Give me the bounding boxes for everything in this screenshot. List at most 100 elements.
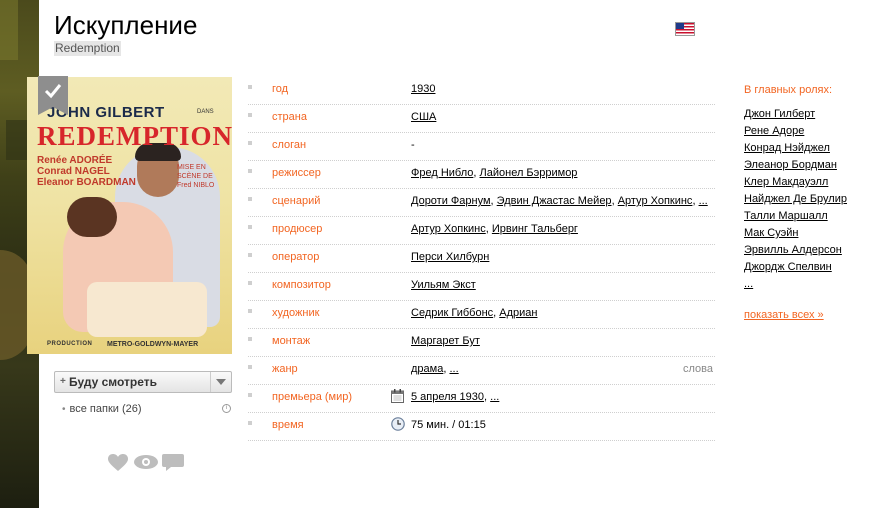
- cast-actor-link[interactable]: Джордж Спелвин: [744, 259, 847, 276]
- eye-icon[interactable]: [134, 454, 158, 475]
- row-bullet: [248, 225, 252, 229]
- poster-director: MISE EN SCÈNE DE Fred NIBLO: [177, 164, 215, 189]
- info-value-link[interactable]: 5 апреля 1930: [411, 391, 484, 403]
- info-value-link[interactable]: драма: [411, 363, 443, 375]
- folders-link[interactable]: • все папки (26): [62, 403, 142, 415]
- info-label: монтаж: [272, 335, 311, 347]
- heart-icon[interactable]: [108, 454, 128, 477]
- info-label: жанр: [272, 363, 298, 375]
- row-bullet: [248, 365, 252, 369]
- cast-actor-link[interactable]: Клер Макдауэлл: [744, 174, 847, 191]
- cast-actor-link[interactable]: ...: [744, 276, 847, 293]
- row-bullet: [248, 281, 252, 285]
- info-value: Седрик Гиббонс, Адриан: [411, 307, 538, 319]
- row-bullet: [248, 197, 252, 201]
- info-value-link[interactable]: Седрик Гиббонс: [411, 307, 493, 319]
- info-value: США: [411, 111, 436, 123]
- info-label: продюсер: [272, 223, 323, 235]
- info-label: время: [272, 419, 304, 431]
- cast-actor-link[interactable]: Джон Гилберт: [744, 106, 847, 123]
- cast-actor-link[interactable]: Элеанор Бордман: [744, 157, 847, 174]
- info-value-link[interactable]: Артур Хопкинс: [411, 223, 486, 235]
- info-value-link[interactable]: Перси Хилбурн: [411, 251, 489, 263]
- movie-poster[interactable]: JOHN GILBERT DANS REDEMPTION Renée ADORÉ…: [27, 77, 232, 354]
- folders-label[interactable]: все папки (26): [70, 403, 142, 415]
- info-value: 5 апреля 1930, ...: [411, 391, 500, 403]
- cast-actor-link[interactable]: Рене Адоре: [744, 123, 847, 140]
- info-value-link[interactable]: США: [411, 111, 436, 123]
- info-value: Маргарет Бут: [411, 335, 480, 347]
- info-value-link[interactable]: Уильям Экст: [411, 279, 476, 291]
- clock-icon: [391, 417, 405, 436]
- info-value-link[interactable]: ...: [490, 391, 499, 403]
- info-label: композитор: [272, 279, 331, 291]
- info-value: Уильям Экст: [411, 279, 476, 291]
- info-row: продюсер Артур Хопкинс, Ирвинг Тальберг: [248, 216, 715, 245]
- info-value-link[interactable]: Артур Хопкинс: [618, 195, 693, 207]
- info-value-link[interactable]: ...: [449, 363, 458, 375]
- poster-title: REDEMPTION: [37, 121, 232, 151]
- info-label: художник: [272, 307, 320, 319]
- bookmark-check-icon[interactable]: [38, 76, 68, 115]
- info-value-link[interactable]: Эдвин Джастас Мейер: [497, 195, 612, 207]
- info-label: страна: [272, 111, 307, 123]
- row-bullet: [248, 141, 252, 145]
- calendar-icon: [391, 389, 404, 408]
- plus-icon: +: [60, 376, 66, 387]
- info-value-text: -: [411, 139, 415, 151]
- row-bullet: [248, 85, 252, 89]
- show-all-cast-link[interactable]: показать всех »: [744, 307, 847, 324]
- info-value-link[interactable]: Ирвинг Тальберг: [492, 223, 578, 235]
- poster-cast: Renée ADORÉE Conrad NAGEL Eleanor BOARDM…: [37, 155, 136, 188]
- info-row: премьера (мир) 5 апреля 1930, ...: [248, 384, 715, 413]
- info-label: слоган: [272, 139, 307, 151]
- info-value: -: [411, 139, 415, 151]
- keywords-link[interactable]: слова: [683, 363, 713, 375]
- info-row: время 75 мин. / 01:15: [248, 412, 715, 441]
- info-value-text: 75 мин. / 01:15: [411, 419, 486, 431]
- info-value: Перси Хилбурн: [411, 251, 489, 263]
- info-row: слоган -: [248, 132, 715, 161]
- info-value: Дороти Фарнум, Эдвин Джастас Мейер, Арту…: [411, 195, 708, 207]
- info-icon[interactable]: i: [222, 404, 231, 413]
- comment-icon[interactable]: [162, 454, 184, 477]
- info-row: сценарий Дороти Фарнум, Эдвин Джастас Мей…: [248, 188, 715, 217]
- info-row: страна США: [248, 104, 715, 133]
- info-value: 1930: [411, 83, 435, 95]
- poster-dans: DANS: [197, 109, 214, 115]
- cast-actor-link[interactable]: Конрад Нэйджел: [744, 140, 847, 157]
- info-row: художник Седрик Гиббонс, Адриан: [248, 300, 715, 329]
- chevron-down-icon[interactable]: [216, 379, 226, 385]
- cast-actor-link[interactable]: Эрвилль Алдерсон: [744, 242, 847, 259]
- watchlist-button-label: Буду смотреть: [69, 375, 158, 389]
- info-value-link[interactable]: Фред Нибло: [411, 167, 473, 179]
- info-row: оператор Перси Хилбурн: [248, 244, 715, 273]
- info-value-link[interactable]: Адриан: [499, 307, 537, 319]
- cast-actor-link[interactable]: Мак Суэйн: [744, 225, 847, 242]
- info-value-link[interactable]: ...: [699, 195, 708, 207]
- info-label: год: [272, 83, 289, 95]
- us-flag-icon[interactable]: [675, 22, 695, 36]
- cast-actor-link[interactable]: Найджел Де Брулир: [744, 191, 847, 208]
- row-bullet: [248, 421, 252, 425]
- watchlist-button[interactable]: + Буду смотреть: [54, 371, 232, 393]
- info-value: Артур Хопкинс, Ирвинг Тальберг: [411, 223, 578, 235]
- cast-actor-link[interactable]: Талли Маршалл: [744, 208, 847, 225]
- main-cast: В главных ролях: Джон Гилберт Рене Адоре К…: [744, 84, 847, 324]
- info-label: сценарий: [272, 195, 321, 207]
- info-label: премьера (мир): [272, 391, 353, 403]
- row-bullet: [248, 169, 252, 173]
- info-row: год 1930: [248, 76, 715, 105]
- row-bullet: [248, 113, 252, 117]
- info-value: 75 мин. / 01:15: [411, 419, 486, 431]
- poster-studio: METRO-GOLDWYN-MAYER: [107, 341, 199, 348]
- info-value-link[interactable]: Дороти Фарнум: [411, 195, 491, 207]
- row-bullet: [248, 337, 252, 341]
- page-title: Искупление: [54, 10, 198, 40]
- info-value-link[interactable]: 1930: [411, 83, 435, 95]
- row-bullet: [248, 309, 252, 313]
- info-label: режиссер: [272, 167, 321, 179]
- info-value-link[interactable]: Лайонел Бэрримор: [480, 167, 578, 179]
- info-value-link[interactable]: Маргарет Бут: [411, 335, 480, 347]
- row-bullet: [248, 393, 252, 397]
